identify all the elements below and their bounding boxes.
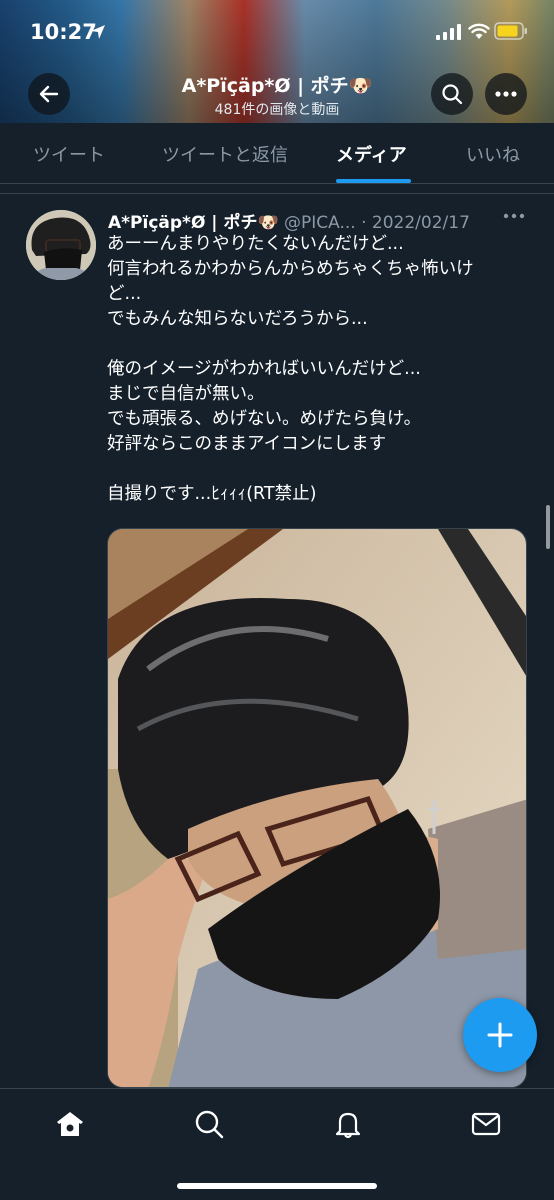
tweet-text-blank-line: [107, 457, 537, 482]
battery-icon: [494, 22, 527, 40]
back-button[interactable]: [28, 73, 70, 115]
home-icon: [57, 1112, 83, 1136]
tab-tweets-and-replies[interactable]: ツイートと返信: [162, 123, 288, 184]
home-indicator-bar: [177, 1183, 377, 1189]
tweet-text-line: まじで自信が無い。: [107, 384, 265, 404]
bell-icon: [335, 1112, 361, 1139]
tweet-display-name[interactable]: A*Pïçäp*Ø | ポチ🐶: [108, 213, 279, 233]
search-icon: [195, 1110, 224, 1139]
tab-tweets[interactable]: ツイート: [33, 123, 105, 184]
tweet-text-line: 自撮りです...ﾋｨｨｨ(RT禁止): [107, 484, 317, 504]
location-arrow-icon: [91, 25, 105, 39]
more-horizontal-icon: [495, 91, 517, 97]
tweet-separator: ·: [361, 213, 367, 233]
profile-header-banner: 10:27 A*Pïçäp*Ø | ポチ🐶 481件の画像と動画: [0, 0, 554, 123]
tweet-text-line: ど...: [107, 284, 142, 304]
nav-notifications[interactable]: [333, 1109, 363, 1143]
tweet-media-photo[interactable]: [107, 528, 527, 1088]
active-tab-indicator: [336, 179, 411, 183]
nav-messages[interactable]: [471, 1109, 501, 1143]
tweet-text-line: 俺のイメージがわかればいいんだけど...: [107, 359, 421, 379]
header-display-name: A*Pïçäp*Ø | ポチ🐶: [181, 75, 373, 97]
tweet-date[interactable]: 2022/02/17: [372, 213, 470, 233]
mail-icon: [471, 1112, 501, 1136]
tweet-text-blank-line: [107, 332, 537, 357]
tweet-text-line: でも頑張る、めげない。めげたら負け。: [107, 409, 422, 429]
search-icon: [442, 84, 463, 105]
more-options-button[interactable]: [485, 73, 527, 115]
selfie-photo: [108, 529, 526, 1087]
tab-likes[interactable]: いいね: [466, 123, 520, 184]
tab-media[interactable]: メディア: [336, 123, 407, 184]
avatar-image: [26, 210, 96, 280]
tweet-handle[interactable]: @PICA...: [284, 213, 356, 233]
nav-home[interactable]: [55, 1109, 85, 1143]
tweet-more-icon[interactable]: [503, 212, 525, 220]
tweet-text-line: 好評ならこのままアイコンにします: [107, 434, 387, 454]
header-title-block: A*Pïçäp*Ø | ポチ🐶 481件の画像と動画: [110, 71, 444, 119]
status-bar: 10:27: [0, 0, 554, 60]
profile-tabs: ツイート ツイートと返信 メディア いいね: [0, 123, 554, 184]
avatar[interactable]: [26, 210, 96, 280]
tweet-card[interactable]: A*Pïçäp*Ø | ポチ🐶 @PICA... · 2022/02/17 あー…: [0, 193, 554, 1093]
tweet-text-line: あーーんまりやりたくないんだけど...: [107, 234, 404, 254]
scrollbar-thumb[interactable]: [546, 505, 550, 549]
search-button[interactable]: [431, 73, 473, 115]
tweet-text-line: でもみんな知らないだろうから...: [107, 309, 368, 329]
compose-tweet-button[interactable]: [463, 998, 537, 1072]
status-time: 10:27: [30, 20, 97, 44]
signal-icon: [436, 24, 461, 40]
nav-search[interactable]: [194, 1109, 224, 1143]
plus-icon: [487, 1022, 513, 1048]
arrow-left-icon: [39, 85, 59, 103]
header-media-count: 481件の画像と動画: [214, 102, 340, 118]
tweet-text: あーーんまりやりたくないんだけど... 何言われるかわからんからめちゃくちゃ怖い…: [107, 232, 537, 507]
wifi-icon: [468, 23, 490, 39]
tweet-text-line: 何言われるかわからんからめちゃくちゃ怖いけ: [107, 259, 474, 279]
tweet-header: A*Pïçäp*Ø | ポチ🐶 @PICA... · 2022/02/17: [108, 208, 493, 233]
